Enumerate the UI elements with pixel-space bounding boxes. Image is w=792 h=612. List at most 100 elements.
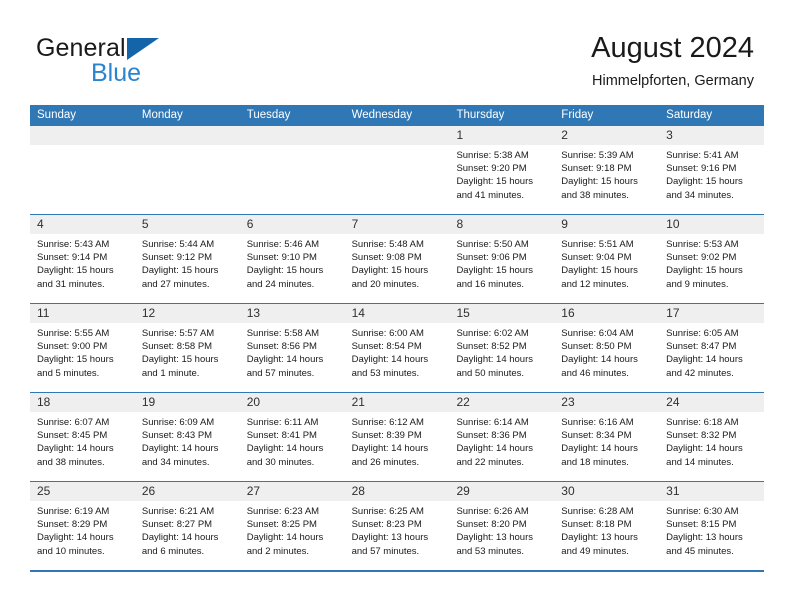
daylight-text-line2: and 45 minutes. — [666, 545, 734, 557]
sunset-text: Sunset: 8:45 PM — [37, 430, 108, 442]
daylight-text-line2: and 10 minutes. — [37, 545, 105, 557]
daylight-text-line1: Daylight: 14 hours — [141, 532, 219, 544]
day-cell[interactable]: 31 Sunrise: 6:30 AM Sunset: 8:15 PM Dayl… — [659, 482, 765, 570]
day-cell[interactable]: 28 Sunrise: 6:25 AM Sunset: 8:23 PM Dayl… — [344, 482, 450, 570]
daylight-text-line2: and 9 minutes. — [666, 278, 729, 290]
day-cell[interactable] — [239, 126, 345, 214]
sunset-text: Sunset: 9:16 PM — [666, 163, 737, 175]
day-cell[interactable]: 6 Sunrise: 5:46 AM Sunset: 9:10 PM Dayli… — [239, 215, 345, 303]
day-number: 9 — [554, 215, 660, 234]
day-cell[interactable]: 11 Sunrise: 5:55 AM Sunset: 9:00 PM Dayl… — [30, 304, 135, 392]
sunrise-text: Sunrise: 6:30 AM — [666, 506, 739, 517]
day-cell[interactable]: 17 Sunrise: 6:05 AM Sunset: 8:47 PM Dayl… — [659, 304, 765, 392]
day-number: 8 — [449, 215, 555, 234]
day-cell[interactable]: 4 Sunrise: 5:43 AM Sunset: 9:14 PM Dayli… — [30, 215, 135, 303]
sunrise-text: Sunrise: 6:16 AM — [561, 417, 634, 428]
day-details: Sunrise: 6:09 AM Sunset: 8:43 PM Dayligh… — [135, 412, 240, 469]
day-cell[interactable]: 20 Sunrise: 6:11 AM Sunset: 8:41 PM Dayl… — [239, 393, 345, 481]
daylight-text-line2: and 53 minutes. — [456, 545, 525, 557]
sunset-text: Sunset: 8:47 PM — [666, 341, 737, 353]
daylight-text-line1: Daylight: 14 hours — [456, 354, 534, 366]
daylight-text-line1: Daylight: 14 hours — [246, 532, 324, 544]
sunset-text: Sunset: 9:08 PM — [351, 252, 422, 264]
page-header: General Blue August 2024 Himmelpforten, … — [0, 0, 792, 100]
sunset-text: Sunset: 9:20 PM — [456, 163, 527, 175]
day-cell[interactable]: 18 Sunrise: 6:07 AM Sunset: 8:45 PM Dayl… — [30, 393, 135, 481]
daylight-text-line2: and 50 minutes. — [456, 367, 525, 379]
day-details: Sunrise: 5:50 AM Sunset: 9:06 PM Dayligh… — [449, 234, 554, 291]
brand-logo[interactable]: General Blue — [36, 34, 236, 90]
daylight-text-line1: Daylight: 15 hours — [141, 265, 219, 277]
sunset-text: Sunset: 8:43 PM — [141, 430, 213, 442]
weekday-header-tuesday: Tuesday — [246, 109, 291, 121]
daylight-text-line2: and 49 minutes. — [561, 545, 629, 557]
day-cell[interactable]: 23 Sunrise: 6:16 AM Sunset: 8:34 PM Dayl… — [554, 393, 660, 481]
brand-triangle-icon — [127, 38, 159, 60]
daylight-text-line2: and 27 minutes. — [141, 278, 210, 290]
day-cell[interactable]: 21 Sunrise: 6:12 AM Sunset: 8:39 PM Dayl… — [344, 393, 450, 481]
daylight-text-line1: Daylight: 13 hours — [561, 532, 638, 544]
day-cell[interactable]: 12 Sunrise: 5:57 AM Sunset: 8:58 PM Dayl… — [134, 304, 240, 392]
title-block: August 2024 Himmelpforten, Germany — [591, 30, 754, 92]
day-details: Sunrise: 5:58 AM Sunset: 8:56 PM Dayligh… — [240, 323, 345, 380]
day-number: 22 — [449, 393, 555, 412]
sunset-text: Sunset: 9:12 PM — [141, 252, 213, 264]
daylight-text-line1: Daylight: 13 hours — [666, 532, 743, 544]
day-cell[interactable]: 13 Sunrise: 5:58 AM Sunset: 8:56 PM Dayl… — [239, 304, 345, 392]
day-cell[interactable]: 5 Sunrise: 5:44 AM Sunset: 9:12 PM Dayli… — [134, 215, 240, 303]
day-number: 21 — [344, 393, 450, 412]
sunset-text: Sunset: 8:50 PM — [561, 341, 632, 353]
daylight-text-line1: Daylight: 13 hours — [351, 532, 429, 544]
daylight-text-line2: and 31 minutes. — [37, 278, 105, 290]
day-cell[interactable]: 24 Sunrise: 6:18 AM Sunset: 8:32 PM Dayl… — [659, 393, 765, 481]
daylight-text-line1: Daylight: 14 hours — [351, 354, 429, 366]
day-details: Sunrise: 5:57 AM Sunset: 8:58 PM Dayligh… — [135, 323, 240, 380]
daylight-text-line2: and 42 minutes. — [666, 367, 734, 379]
sunrise-text: Sunrise: 6:14 AM — [456, 417, 529, 428]
sunrise-text: Sunrise: 5:39 AM — [561, 150, 634, 161]
day-cell[interactable] — [30, 126, 135, 214]
week-row: 4 Sunrise: 5:43 AM Sunset: 9:14 PM Dayli… — [30, 214, 765, 303]
day-details — [30, 145, 135, 149]
day-number: 5 — [134, 215, 240, 234]
weekday-header-monday: Monday — [141, 109, 183, 121]
day-cell[interactable]: 8 Sunrise: 5:50 AM Sunset: 9:06 PM Dayli… — [449, 215, 555, 303]
day-details: Sunrise: 5:41 AM Sunset: 9:16 PM Dayligh… — [659, 145, 764, 202]
day-cell[interactable]: 2 Sunrise: 5:39 AM Sunset: 9:18 PM Dayli… — [554, 126, 660, 214]
day-cell[interactable]: 1 Sunrise: 5:38 AM Sunset: 9:20 PM Dayli… — [449, 126, 555, 214]
day-details: Sunrise: 5:55 AM Sunset: 9:00 PM Dayligh… — [30, 323, 135, 380]
day-cell[interactable] — [134, 126, 240, 214]
daylight-text-line2: and 1 minute. — [141, 367, 200, 379]
daylight-text-line1: Daylight: 15 hours — [246, 265, 324, 277]
daylight-text-line2: and 20 minutes. — [351, 278, 420, 290]
sunrise-text: Sunrise: 5:44 AM — [141, 239, 215, 250]
sunrise-text: Sunrise: 5:46 AM — [246, 239, 320, 250]
brand-name-blue: Blue — [91, 59, 142, 87]
sunset-text: Sunset: 9:14 PM — [37, 252, 108, 264]
day-cell[interactable]: 27 Sunrise: 6:23 AM Sunset: 8:25 PM Dayl… — [239, 482, 345, 570]
day-cell[interactable] — [344, 126, 450, 214]
daylight-text-line2: and 18 minutes. — [561, 456, 629, 468]
sunrise-text: Sunrise: 6:09 AM — [141, 417, 215, 428]
day-cell[interactable]: 26 Sunrise: 6:21 AM Sunset: 8:27 PM Dayl… — [134, 482, 240, 570]
day-cell[interactable]: 22 Sunrise: 6:14 AM Sunset: 8:36 PM Dayl… — [449, 393, 555, 481]
day-cell[interactable]: 7 Sunrise: 5:48 AM Sunset: 9:08 PM Dayli… — [344, 215, 450, 303]
day-cell[interactable]: 30 Sunrise: 6:28 AM Sunset: 8:18 PM Dayl… — [554, 482, 660, 570]
daylight-text-line2: and 57 minutes. — [246, 367, 315, 379]
week-row: 11 Sunrise: 5:55 AM Sunset: 9:00 PM Dayl… — [30, 303, 765, 392]
day-cell[interactable]: 10 Sunrise: 5:53 AM Sunset: 9:02 PM Dayl… — [659, 215, 765, 303]
day-cell[interactable]: 16 Sunrise: 6:04 AM Sunset: 8:50 PM Dayl… — [554, 304, 660, 392]
day-number: 17 — [659, 304, 765, 323]
day-cell[interactable]: 3 Sunrise: 5:41 AM Sunset: 9:16 PM Dayli… — [659, 126, 765, 214]
daylight-text-line2: and 16 minutes. — [456, 278, 525, 290]
day-cell[interactable]: 14 Sunrise: 6:00 AM Sunset: 8:54 PM Dayl… — [344, 304, 450, 392]
sunset-text: Sunset: 8:20 PM — [456, 519, 527, 531]
day-cell[interactable]: 9 Sunrise: 5:51 AM Sunset: 9:04 PM Dayli… — [554, 215, 660, 303]
day-cell[interactable]: 15 Sunrise: 6:02 AM Sunset: 8:52 PM Dayl… — [449, 304, 555, 392]
day-cell[interactable]: 25 Sunrise: 6:19 AM Sunset: 8:29 PM Dayl… — [30, 482, 135, 570]
day-number: 3 — [659, 126, 765, 145]
weekday-header-row: Sunday Monday Tuesday Wednesday Thursday… — [30, 105, 764, 126]
day-cell[interactable]: 29 Sunrise: 6:26 AM Sunset: 8:20 PM Dayl… — [449, 482, 555, 570]
day-details: Sunrise: 6:23 AM Sunset: 8:25 PM Dayligh… — [240, 501, 345, 558]
day-cell[interactable]: 19 Sunrise: 6:09 AM Sunset: 8:43 PM Dayl… — [134, 393, 240, 481]
